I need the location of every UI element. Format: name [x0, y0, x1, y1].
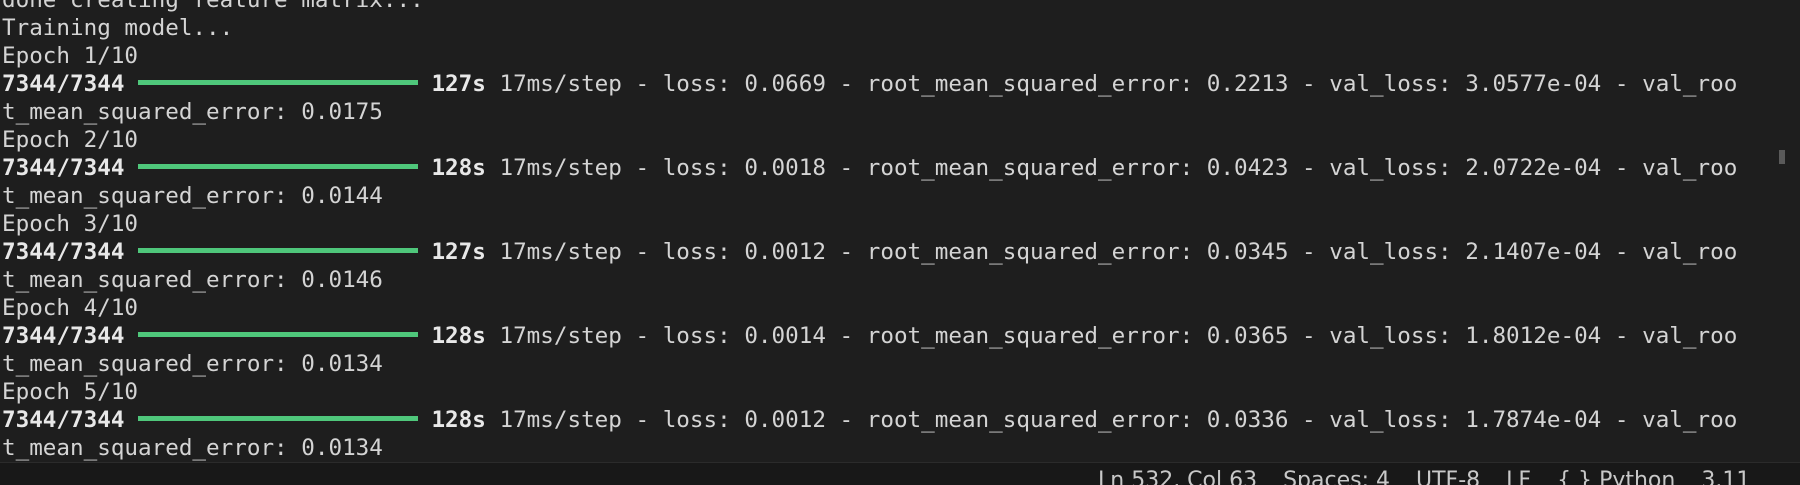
- step-count: 7344/7344: [2, 155, 125, 181]
- terminal-scrollbar[interactable]: [1776, 0, 1788, 462]
- epoch-time: 127s: [431, 71, 486, 97]
- epoch-metrics-wrap: t_mean_squared_error: 0.0134: [2, 351, 383, 377]
- epoch-progress-line: 7344/7344 127s 17ms/step - loss: 0.0669 -…: [2, 70, 1737, 98]
- indentation[interactable]: Spaces: 4: [1283, 466, 1390, 485]
- progress-bar-fill: [138, 332, 419, 337]
- terminal-line: Training model...: [2, 15, 234, 41]
- terminal-line: done creating feature matrix...: [2, 0, 424, 13]
- epoch-metrics: 17ms/step - loss: 0.0012 - root_mean_squ…: [499, 407, 1738, 433]
- epoch-metrics-wrap: t_mean_squared_error: 0.0134: [2, 435, 383, 461]
- epoch-metrics-wrap: t_mean_squared_error: 0.0146: [2, 267, 383, 293]
- progress-bar-fill: [138, 248, 419, 253]
- progress-bar: [138, 416, 419, 421]
- step-count: 7344/7344: [2, 407, 125, 433]
- epoch-time: 128s: [431, 155, 486, 181]
- end-of-line[interactable]: LF: [1506, 466, 1531, 485]
- terminal-lines: done creating feature matrix... Training…: [2, 0, 1737, 462]
- step-count: 7344/7344: [2, 239, 125, 265]
- step-count: 7344/7344: [2, 323, 125, 349]
- progress-bar: [138, 80, 419, 85]
- progress-bar: [138, 332, 419, 337]
- epoch-metrics-wrap: t_mean_squared_error: 0.0175: [2, 99, 383, 125]
- epoch-header: Epoch 4/10: [2, 295, 139, 321]
- epoch-header: Epoch 1/10: [2, 43, 139, 69]
- terminal-output[interactable]: done creating feature matrix... Training…: [0, 0, 1788, 462]
- progress-bar-fill: [138, 164, 419, 169]
- python-version[interactable]: 3.11: [1701, 466, 1750, 485]
- progress-bar-fill: [138, 80, 419, 85]
- epoch-time: 127s: [431, 239, 486, 265]
- epoch-header: Epoch 2/10: [2, 127, 139, 153]
- status-bar: Ln 532, Col 63 Spaces: 4 UTF-8 LF { } Py…: [0, 462, 1800, 485]
- epoch-metrics: 17ms/step - loss: 0.0669 - root_mean_squ…: [499, 71, 1738, 97]
- epoch-time: 128s: [431, 407, 486, 433]
- language-mode[interactable]: { } Python: [1557, 466, 1675, 485]
- cursor-position[interactable]: Ln 532, Col 63: [1098, 466, 1257, 485]
- epoch-metrics: 17ms/step - loss: 0.0012 - root_mean_squ…: [499, 239, 1738, 265]
- progress-bar-fill: [138, 416, 419, 421]
- epoch-progress-line: 7344/7344 128s 17ms/step - loss: 0.0012 -…: [2, 406, 1737, 434]
- epoch-header: Epoch 3/10: [2, 211, 139, 237]
- progress-bar: [138, 248, 419, 253]
- epoch-header: Epoch 5/10: [2, 379, 139, 405]
- epoch-metrics: 17ms/step - loss: 0.0018 - root_mean_squ…: [499, 155, 1738, 181]
- epoch-progress-line: 7344/7344 127s 17ms/step - loss: 0.0012 -…: [2, 238, 1737, 266]
- epoch-progress-line: 7344/7344 128s 17ms/step - loss: 0.0018 -…: [2, 154, 1737, 182]
- braces-icon: { }: [1557, 468, 1593, 485]
- epoch-metrics-wrap: t_mean_squared_error: 0.0144: [2, 183, 383, 209]
- status-bar-right: Ln 532, Col 63 Spaces: 4 UTF-8 LF { } Py…: [1098, 466, 1750, 485]
- epoch-metrics: 17ms/step - loss: 0.0014 - root_mean_squ…: [499, 323, 1738, 349]
- encoding[interactable]: UTF-8: [1416, 466, 1480, 485]
- epoch-progress-line: 7344/7344 128s 17ms/step - loss: 0.0014 -…: [2, 322, 1737, 350]
- language-label: Python: [1599, 468, 1676, 485]
- scrollbar-thumb[interactable]: [1779, 150, 1785, 164]
- step-count: 7344/7344: [2, 71, 125, 97]
- epoch-time: 128s: [431, 323, 486, 349]
- progress-bar: [138, 164, 419, 169]
